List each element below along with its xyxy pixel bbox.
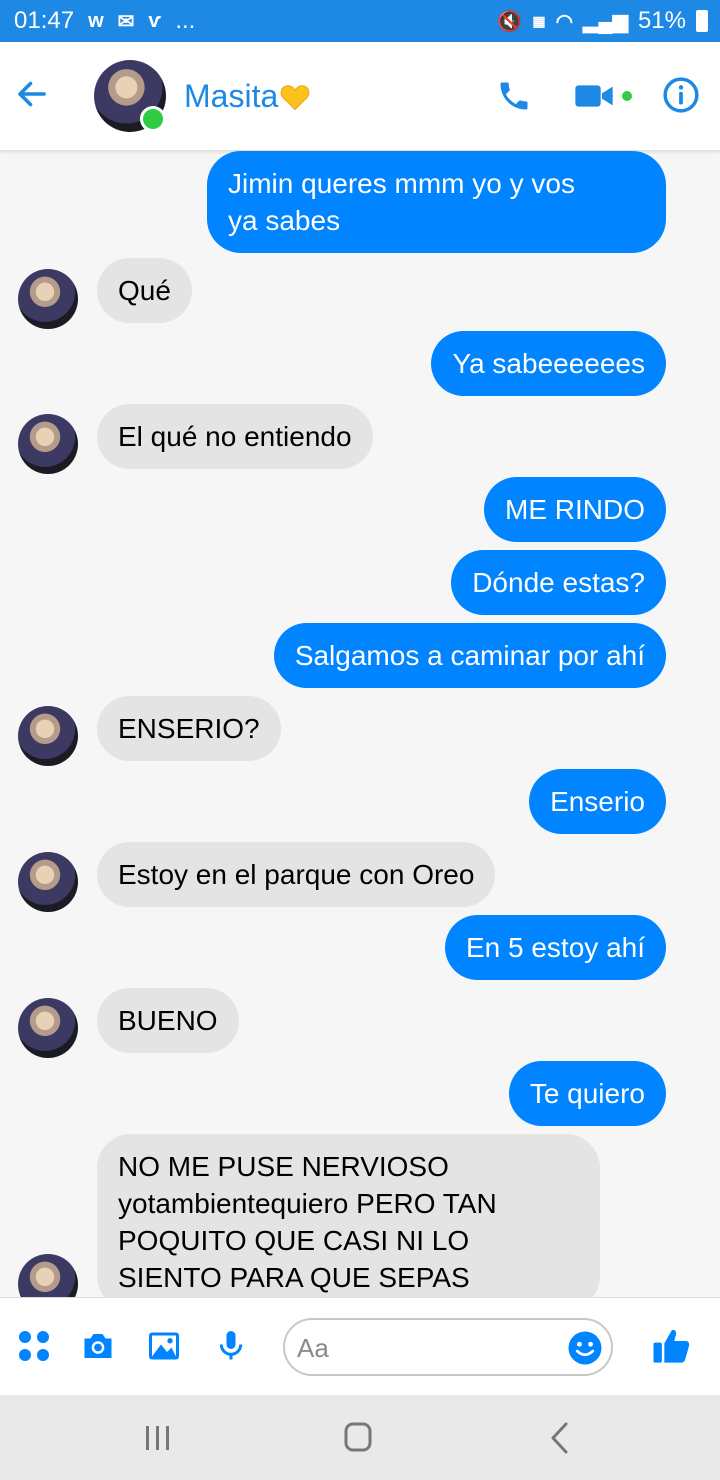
yellow-heart-icon <box>280 85 310 111</box>
incoming-message[interactable]: ENSERIO? <box>97 696 281 761</box>
sender-avatar[interactable] <box>18 998 78 1058</box>
incoming-message[interactable]: NO ME PUSE NERVIOSO yotambientequiero PE… <box>97 1134 600 1297</box>
phone-call-icon[interactable] <box>496 78 532 114</box>
outgoing-message[interactable]: Dónde estas? <box>451 550 666 615</box>
emoji-icon[interactable] <box>567 1330 603 1366</box>
video-active-dot <box>622 91 632 101</box>
signal-icon: ▂▄▆ <box>583 10 628 33</box>
gallery-icon[interactable] <box>146 1328 182 1364</box>
outgoing-message[interactable]: Enserio <box>529 769 666 834</box>
message-input-box[interactable] <box>283 1318 613 1376</box>
outgoing-message[interactable]: Te quiero <box>508 1061 666 1126</box>
sender-avatar[interactable] <box>18 706 78 766</box>
message-list[interactable]: Jimin queres mmm yo y vos ya sabes Qué Y… <box>0 151 720 1297</box>
gmail-icon: ✉ <box>117 10 135 33</box>
system-navigation-bar <box>0 1395 720 1480</box>
incoming-message[interactable]: Estoy en el parque con Oreo <box>97 842 496 907</box>
outgoing-message[interactable]: Jimin queres mmm yo y vos ya sabes <box>207 151 666 253</box>
more-options-icon[interactable] <box>16 1328 52 1364</box>
conversation-header: Masita <box>0 42 720 151</box>
status-bar: 01:47 w ✉ ѵ ... 🔇 ▦ ◠ ▂▄▆ 51% <box>0 0 720 42</box>
back-nav-icon[interactable] <box>540 1421 580 1455</box>
sender-avatar[interactable] <box>18 852 78 912</box>
contact-name-wrapper[interactable]: Masita <box>184 78 310 115</box>
home-icon[interactable] <box>338 1421 378 1455</box>
video-call-icon[interactable] <box>574 80 614 112</box>
notification-w-icon: w <box>88 9 104 32</box>
notification-v-icon: ѵ <box>148 9 162 32</box>
back-arrow-icon[interactable] <box>14 76 50 112</box>
incoming-message[interactable]: El qué no entiendo <box>97 404 373 469</box>
incoming-message[interactable]: Qué <box>97 258 192 323</box>
status-time: 01:47 <box>14 7 75 34</box>
more-notifications-icon: ... <box>175 7 196 34</box>
outgoing-message[interactable]: ME RINDO <box>484 477 666 542</box>
sender-avatar[interactable] <box>18 269 78 329</box>
volte-icon: ▦ <box>532 12 546 29</box>
incoming-message[interactable]: BUENO <box>97 988 239 1053</box>
message-input[interactable] <box>295 1328 569 1368</box>
contact-name: Masita <box>184 78 279 114</box>
online-status-dot <box>140 106 166 132</box>
mute-icon: 🔇 <box>497 10 523 33</box>
sender-avatar[interactable] <box>18 1254 78 1297</box>
outgoing-message[interactable]: En 5 estoy ahí <box>444 915 666 980</box>
thumbs-up-icon[interactable] <box>650 1326 692 1366</box>
camera-icon[interactable] <box>80 1328 116 1364</box>
battery-percent: 51% <box>637 7 686 34</box>
battery-icon <box>696 10 708 32</box>
wifi-icon: ◠ <box>555 10 574 33</box>
message-composer <box>0 1297 720 1396</box>
outgoing-message[interactable]: Salgamos a caminar por ahí <box>273 623 666 688</box>
sender-avatar[interactable] <box>18 414 78 474</box>
outgoing-message[interactable]: Ya sabeeeeees <box>431 331 666 396</box>
microphone-icon[interactable] <box>213 1328 249 1364</box>
recent-apps-icon[interactable] <box>138 1421 178 1455</box>
info-icon[interactable] <box>662 76 700 114</box>
